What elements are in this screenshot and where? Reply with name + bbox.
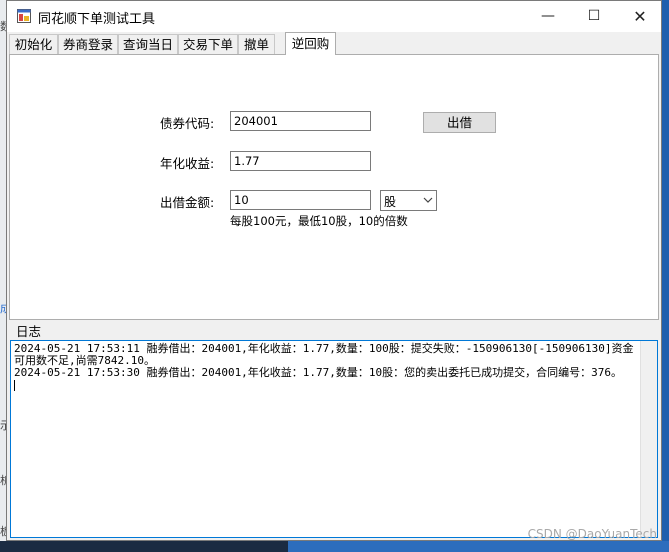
log-textarea[interactable]: 2024-05-21 17:53:11 融券借出：204001,年化收益：1.7… (10, 340, 658, 538)
bond-code-input[interactable] (230, 111, 371, 131)
annual-yield-input[interactable] (230, 151, 371, 171)
window-title: 同花顺下单测试工具 (38, 12, 156, 27)
tab-place-order[interactable]: 交易下单 (178, 34, 238, 54)
app-icon (17, 9, 31, 23)
tab-strip: 初始化 券商登录 查询当日 交易下单 撤单 逆回购 (7, 32, 661, 55)
app-window: 同花顺下单测试工具 — ☐ ✕ 初始化 券商登录 查询当日 交易下单 撤单 逆回… (6, 0, 662, 541)
close-icon: ✕ (633, 7, 647, 26)
minimize-icon: — (541, 8, 555, 24)
bond-code-label: 债券代码: (160, 116, 215, 131)
log-content: 2024-05-21 17:53:11 融券借出：204001,年化收益：1.7… (14, 343, 634, 391)
log-line: 2024-05-21 17:53:11 融券借出：204001,年化收益：1.7… (14, 342, 634, 367)
tab-init[interactable]: 初始化 (9, 34, 58, 54)
lend-button[interactable]: 出借 (423, 112, 496, 133)
close-button[interactable]: ✕ (617, 1, 663, 32)
text-caret (14, 380, 15, 391)
taskbar-fragment (0, 541, 288, 552)
tab-cancel-order[interactable]: 撤单 (238, 34, 275, 54)
reverse-repo-panel: 债券代码: 出借 年化收益: 出借金额: 股 每股100元，最低10股，10的倍… (9, 54, 659, 320)
maximize-button[interactable]: ☐ (571, 1, 617, 32)
chevron-down-icon (423, 197, 433, 203)
maximize-icon: ☐ (587, 8, 601, 24)
log-scrollbar[interactable] (640, 341, 657, 537)
amount-hint: 每股100元，最低10股，10的倍数 (230, 214, 408, 228)
tab-reverse-repo[interactable]: 逆回购 (285, 32, 336, 55)
minimize-button[interactable]: — (525, 1, 571, 32)
tab-query-today[interactable]: 查询当日 (118, 34, 178, 54)
lend-amount-input[interactable] (230, 190, 371, 210)
tab-broker-login[interactable]: 券商登录 (58, 34, 118, 54)
title-bar[interactable]: 同花顺下单测试工具 — ☐ ✕ (7, 1, 661, 32)
lend-amount-label: 出借金额: (160, 195, 215, 210)
log-label: 日志 (16, 324, 42, 339)
watermark: CSDN @DaoYuanTech (527, 527, 657, 541)
annual-yield-label: 年化收益: (160, 156, 215, 171)
unit-select[interactable]: 股 (380, 190, 437, 211)
unit-select-value: 股 (384, 195, 397, 209)
log-line: 2024-05-21 17:53:30 融券借出：204001,年化收益：1.7… (14, 366, 623, 379)
